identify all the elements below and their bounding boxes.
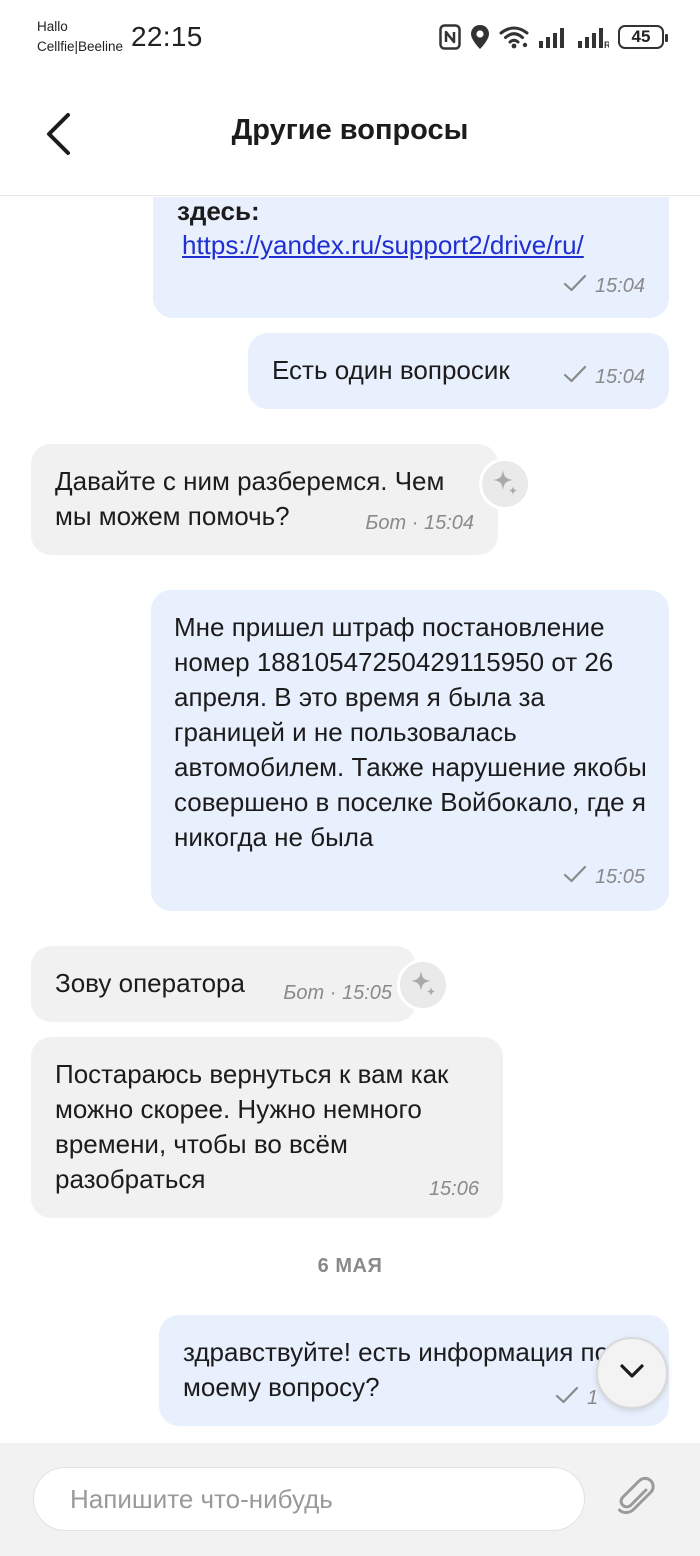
message-meta: 15:04 [563,269,645,304]
message-bubble-incoming[interactable]: Постараюсь вернуться к вам как можно ско… [31,1037,503,1218]
check-icon [563,360,587,395]
message-bubble-outgoing[interactable]: здравствуйте! есть информация по моему в… [159,1315,669,1426]
status-icons: R 45 [439,22,668,52]
support-link[interactable]: https://yandex.ru/support2/drive/ru/ [182,228,584,263]
message-bubble-outgoing[interactable]: Мне пришел штраф постановление номер 188… [151,590,669,911]
attach-button[interactable] [608,1471,664,1527]
message-text: здесь: [177,197,260,226]
message-meta: 15:06 [429,1172,479,1207]
check-icon [563,860,587,895]
carrier-line-2: Cellfie|Beeline [37,39,124,54]
message-meta: Бот · 15:05 [283,976,392,1011]
chat-messages[interactable]: здесь: https://yandex.ru/support2/drive/… [0,197,700,1443]
bot-badge [479,458,531,510]
message-composer [0,1443,700,1556]
svg-text:R: R [604,40,609,48]
bot-badge [397,959,449,1011]
signal-roaming-icon: R [577,26,609,48]
chevron-down-icon [619,1363,645,1384]
message-input[interactable] [33,1467,585,1531]
location-icon [470,24,490,50]
message-sender-time: Бот · 15:04 [365,512,474,534]
message-time: 15:05 [594,866,645,888]
scroll-to-bottom-button[interactable] [596,1337,668,1409]
battery-icon: 45 [618,25,668,49]
message-meta: 1 [555,1381,598,1416]
message-time: 1 [587,1387,599,1409]
signal-icon [538,26,568,48]
sparkle-icon [408,968,438,1003]
carrier-line-1: Hallo [37,19,68,34]
message-time: 15:04 [594,366,645,388]
message-bubble-outgoing[interactable]: здесь: https://yandex.ru/support2/drive/… [153,197,669,318]
message-time: 15:04 [594,275,645,297]
message-meta: Бот · 15:04 [365,506,474,541]
sparkle-icon [490,467,520,502]
chat-header: Другие вопросы [0,76,700,196]
paperclip-icon [616,1476,656,1523]
check-icon [563,269,587,304]
message-time: 15:06 [428,1178,479,1200]
wifi-icon [499,25,529,49]
message-meta: 15:04 [563,360,645,395]
message-text: Зову оператора [55,968,245,998]
carrier-info: Hallo Cellfie|Beeline [37,17,123,57]
message-bubble-outgoing[interactable]: Есть один вопросик 15:04 [248,333,669,409]
message-meta: 15:05 [563,860,645,895]
date-separator: 6 МАЯ [317,1255,383,1277]
page-title: Другие вопросы [231,114,469,146]
check-icon [555,1381,579,1416]
status-time: 22:15 [131,21,203,52]
message-text: Мне пришел штраф постановление номер 188… [174,612,647,852]
status-bar: Hallo Cellfie|Beeline 22:15 R 45 [0,0,700,76]
message-text: Есть один вопросик [272,355,510,385]
message-bubble-incoming[interactable]: Давайте с ним разберемся. Чем мы можем п… [31,444,498,555]
message-bubble-incoming[interactable]: Зову оператора Бот · 15:05 [31,946,416,1022]
nfc-icon [439,24,461,50]
message-sender-time: Бот · 15:05 [283,982,392,1004]
